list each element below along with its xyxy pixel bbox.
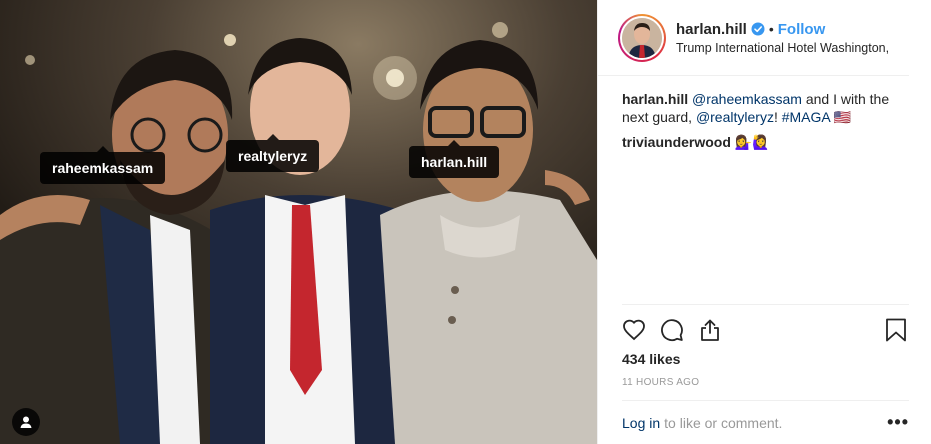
- caption-text-2: !: [773, 109, 782, 125]
- more-options-icon[interactable]: •••: [887, 412, 909, 433]
- bookmark-icon: [886, 318, 906, 342]
- post-header: harlan.hill • Follow Trump International…: [598, 0, 909, 76]
- caption: harlan.hill @raheemkassam and I with the…: [622, 90, 911, 126]
- post-timestamp[interactable]: 11 HOURS AGO: [622, 377, 909, 388]
- mention-realtyleryz[interactable]: @realtyleryz: [696, 109, 774, 125]
- comment-emojis: 💁‍♀️🙋‍♀️: [734, 134, 770, 150]
- comment-footer: Log in to like or comment. •••: [622, 400, 909, 444]
- action-bar: [622, 305, 909, 351]
- share-icon: [701, 319, 719, 341]
- header-username[interactable]: harlan.hill: [676, 21, 747, 38]
- post-photo[interactable]: raheemkassam realtyleryz harlan.hill: [0, 0, 597, 444]
- header-separator: •: [768, 21, 774, 37]
- header-text: harlan.hill • Follow Trump International…: [676, 21, 893, 55]
- comments-section: harlan.hill @raheemkassam and I with the…: [598, 76, 931, 151]
- post-side-panel: harlan.hill • Follow Trump International…: [597, 0, 931, 444]
- commenter-username[interactable]: triviaunderwood: [622, 134, 731, 150]
- likes-count[interactable]: 434 likes: [622, 351, 909, 367]
- share-button[interactable]: [698, 315, 736, 345]
- hashtag-maga[interactable]: #MAGA: [782, 109, 830, 125]
- follow-button[interactable]: Follow: [778, 21, 826, 38]
- login-prompt-text: to like or comment.: [664, 414, 783, 431]
- photo-tag-raheemkassam[interactable]: raheemkassam: [40, 146, 166, 184]
- photo-tag-harlan-hill[interactable]: harlan.hill: [409, 140, 500, 178]
- actions-area: 434 likes 11 HOURS AGO: [622, 304, 909, 388]
- heart-icon: [623, 319, 645, 341]
- avatar-photo-icon: [622, 17, 662, 58]
- photo-scene: [0, 0, 597, 444]
- verified-badge-icon: [751, 22, 765, 36]
- mention-raheemkassam[interactable]: @raheemkassam: [692, 91, 802, 107]
- user-tags-button[interactable]: [12, 408, 40, 436]
- instagram-post: raheemkassam realtyleryz harlan.hill har…: [0, 0, 931, 444]
- photo-tag-realtyleryz[interactable]: realtyleryz: [226, 134, 320, 172]
- like-button[interactable]: [622, 315, 660, 345]
- us-flag-emoji: 🇺🇸: [833, 109, 852, 125]
- comment-item: triviaunderwood 💁‍♀️🙋‍♀️: [622, 133, 911, 151]
- caption-username[interactable]: harlan.hill: [622, 91, 688, 107]
- login-link[interactable]: Log in: [622, 415, 660, 431]
- person-icon: [20, 416, 32, 428]
- comment-icon: [661, 319, 683, 342]
- location-link[interactable]: Trump International Hotel Washington, ..…: [676, 41, 893, 55]
- comment-button[interactable]: [660, 315, 698, 345]
- avatar[interactable]: [618, 13, 666, 62]
- save-button[interactable]: [885, 315, 909, 345]
